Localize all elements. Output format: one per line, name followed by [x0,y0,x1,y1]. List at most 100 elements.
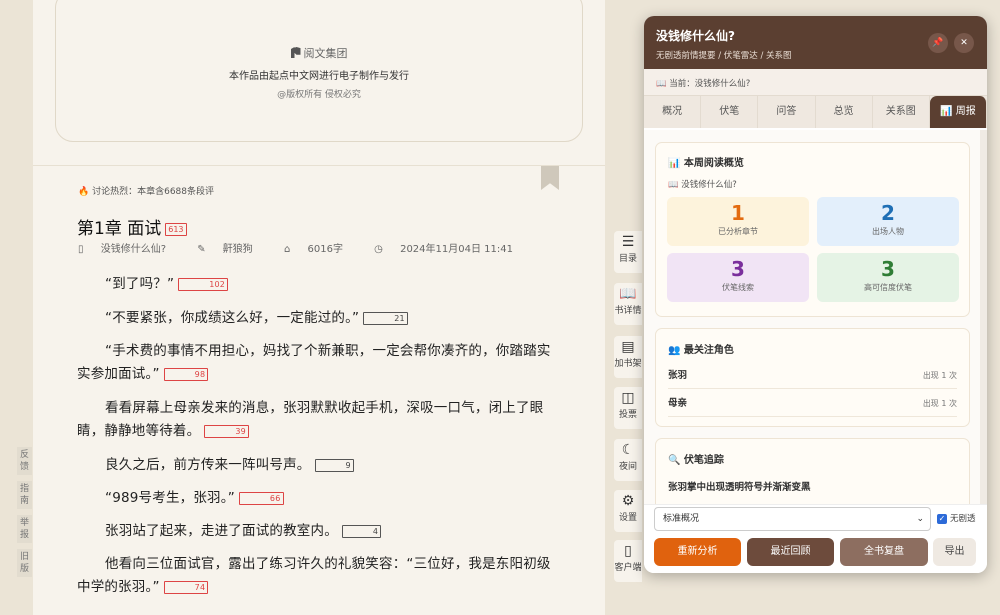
tool-0[interactable]: ☰ 目录 [614,231,642,273]
mode-select[interactable]: 标准概况 ⌄ [654,507,931,531]
tool-icon: ▤ [621,339,635,355]
tab-3[interactable]: 总览 [816,96,873,128]
tool-label: 客户端 [614,563,642,573]
close-icon[interactable]: ✕ [954,33,974,53]
stat-value: 3 [881,257,895,281]
ai-assistant-panel: 没钱修什么仙? 无剧透前情提要 / 伏笔雷达 / 关系图 📌 ✕ 📖 当前：没钱… [644,16,987,573]
book-meta[interactable]: ▯ 没钱修什么仙? [78,244,180,255]
tab-2[interactable]: 问答 [758,96,816,128]
author-meta[interactable]: ✎ 鼾狼狗 [197,244,267,255]
paragraph: “989号考生，张羽。” 66 [77,487,557,510]
pen-icon: ✎ [197,244,206,255]
publisher-name: 阅文集团 [303,47,348,60]
date-meta: ◷ 2024年11月04日 11:41 [374,244,527,255]
stat-value: 1 [731,201,745,225]
panel-subtitle: 无剧透前情提要 / 伏笔雷达 / 关系图 [656,51,792,61]
paragraph-text: “手术费的事情不用担心，妈找了个新兼职，一定会帮你凑齐的，你踏踏实实参加面试。” [77,343,551,382]
weekly-title: 📊 本周阅读概览 [668,158,744,169]
tool-label: 加书架 [614,359,642,369]
tool-6[interactable]: ▯ 客户端 [614,540,642,582]
paragraph-text: 他看向三位面试官，露出了练习许久的礼貌笑容：“三位好，我是东阳初级中学的张羽。” [77,556,551,595]
tab-4[interactable]: 关系图 [873,96,930,128]
tool-4[interactable]: ☾ 夜间 [614,439,642,481]
stat-label: 伏笔线索 [722,283,754,292]
foreshadow-item[interactable]: 张羽掌中出现透明符号并渐渐变黑 [668,479,811,493]
tab-1[interactable]: 伏笔 [701,96,759,128]
weekly-overview-card: 📊 本周阅读概览 📖 没钱修什么仙? 1 已分析章节 2 出场人物 3 伏笔线索 3 高可信度… [655,142,970,317]
scrollbar[interactable] [980,130,987,504]
stat-value: 3 [731,257,745,281]
clock-icon: ◷ [374,244,383,255]
tool-label: 投票 [618,410,637,420]
paragraph: “不要紧张，你成绩这么好，一定能过的。” 21 [77,307,557,330]
word-count: 6016字 [307,244,343,255]
stat-label: 出场人物 [872,227,904,236]
tool-5[interactable]: ⚙ 设置 [614,490,642,532]
book-icon: ▯ [78,244,84,255]
publisher-logo-icon [290,47,301,58]
author-name: 鼾狼狗 [222,244,253,255]
character-row[interactable]: 张羽 出现 1 次 [668,363,957,389]
stat-value: 2 [881,201,895,225]
paragraph: 良久之后，前方传来一阵叫号声。 9 [77,454,557,477]
mode-select-value: 标准概况 [663,514,700,524]
paragraph-comment-badge[interactable]: 4 [341,524,382,538]
paragraph: 他看向三位面试官，露出了练习许久的礼貌笑容：“三位好，我是东阳初级中学的张羽。”… [77,553,557,599]
paragraph-comment-badge[interactable]: 98 [163,367,209,381]
stat-card: 3 高可信度伏笔 [817,253,959,302]
stat-label: 高可信度伏笔 [864,283,912,292]
panel-footer: 标准概况 ⌄ ✓ 无剧透 重新分析 最近回顾 全书复盘 导出 [644,504,987,573]
spoiler-checkbox[interactable]: ✓ [937,514,947,524]
character-name: 张羽 [668,370,688,381]
tool-label: 目录 [618,254,637,264]
paragraph-comment-badge[interactable]: 102 [178,277,229,291]
tool-1[interactable]: 📖 书详情 [614,283,642,325]
export-button[interactable]: 导出 [933,538,976,566]
paragraph-comment-badge[interactable]: 21 [363,311,408,325]
chapter-title: 第1章 面试 613 [77,214,187,239]
tool-label: 夜间 [618,462,637,472]
bookmark-icon[interactable] [541,166,559,190]
paragraph-comment-badge[interactable]: 66 [238,491,284,505]
tool-label: 设置 [618,513,637,523]
left-sidebar-item[interactable]: 旧版 [17,549,32,577]
chapter-comment-badge[interactable]: 613 [165,222,187,236]
panel-tabs: 概况 伏笔 问答 总览 关系图 📊 周报 [644,96,987,128]
pin-icon[interactable]: 📌 [928,33,948,53]
paragraph-text: “不要紧张，你成绩这么好，一定能过的。” [105,310,360,326]
tool-2[interactable]: ▤ 加书架 [614,336,642,378]
weekly-book: 📖 没钱修什么仙? [668,180,737,190]
paragraph-text: 张羽站了起来，走进了面试的教室内。 [105,523,338,539]
reanalyze-button[interactable]: 重新分析 [654,538,741,566]
left-sidebar-item[interactable]: 举报 [17,515,32,543]
left-sidebar-item[interactable]: 指南 [17,481,32,509]
paragraph-comment-badge[interactable]: 9 [314,458,354,472]
tab-0[interactable]: 概况 [644,96,702,128]
recent-review-button[interactable]: 最近回顾 [747,538,834,566]
full-review-button[interactable]: 全书复盘 [840,538,928,566]
tool-icon: 📖 [619,286,637,302]
left-sidebar-item[interactable]: 反馈 [17,447,32,475]
rights-text: @版权所有 侵权必究 [277,90,361,100]
paragraph-comment-badge[interactable]: 74 [163,580,209,594]
stat-card: 1 已分析章节 [667,197,809,246]
stat-label: 已分析章节 [718,227,758,236]
current-book: 📖 当前：没钱修什么仙? [644,69,987,96]
paragraph-text: “到了吗？” [105,276,175,292]
character-row[interactable]: 母亲 出现 1 次 [668,391,957,417]
panel-header: 没钱修什么仙? 无剧透前情提要 / 伏笔雷达 / 关系图 📌 ✕ [644,16,987,69]
flame-icon: 🔥 [78,187,90,197]
hot-discussion[interactable]: 🔥 讨论热烈：本章含6688条段评 [78,184,214,197]
tool-icon: ☾ [621,442,635,458]
tool-icon: ☰ [621,234,635,250]
paragraph: “到了吗？” 102 [77,273,557,296]
character-name: 母亲 [668,398,688,409]
character-count: 出现 1 次 [922,371,957,380]
panel-body: 📊 本周阅读概览 📖 没钱修什么仙? 1 已分析章节 2 出场人物 3 伏笔线索 3 高可信度… [644,130,980,504]
character-count: 出现 1 次 [922,399,957,408]
paragraph-comment-badge[interactable]: 39 [204,424,249,438]
top-characters-title: 👥 最关注角色 [668,345,734,356]
spoiler-label: 无剧透 [950,514,976,524]
tab-5[interactable]: 📊 周报 [929,96,987,128]
tool-3[interactable]: ◫ 投票 [614,387,642,429]
